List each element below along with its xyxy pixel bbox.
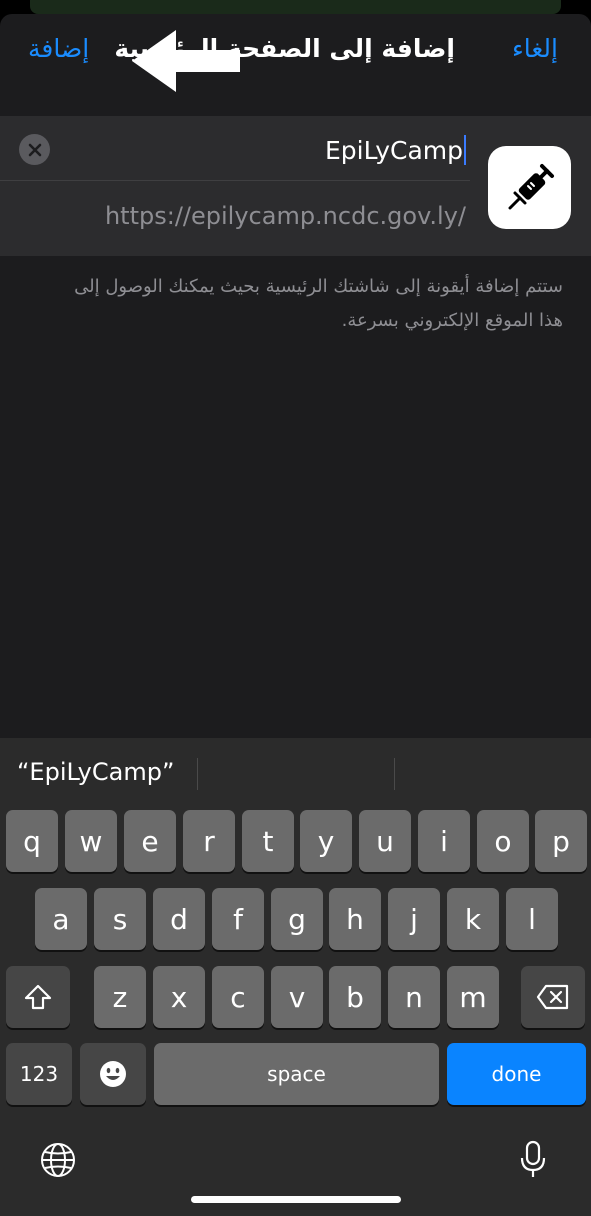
key-l[interactable]: l (506, 888, 558, 950)
add-to-home-sheet: إضافة إضافة إلى الصفحة الرئيسية إلغاء Ep… (0, 14, 591, 738)
suggestion-item[interactable]: “EpiLyCamp” (17, 758, 174, 786)
key-i[interactable]: i (418, 810, 470, 872)
name-input-value: EpiLyCamp (324, 135, 463, 165)
key-v[interactable]: v (271, 966, 323, 1028)
arrow-left-icon (132, 30, 240, 92)
key-y[interactable]: y (300, 810, 352, 872)
key-k[interactable]: k (447, 888, 499, 950)
done-key[interactable]: done (447, 1043, 586, 1105)
keyboard: “EpiLyCamp” q w e r t y u i o p a s d f … (0, 738, 591, 1216)
globe-icon-glyph (41, 1143, 75, 1177)
text-caret (464, 135, 466, 165)
bookmark-card: EpiLyCamp https://epilycamp.ncdc.gov.ly/ (0, 116, 591, 256)
key-w[interactable]: w (65, 810, 117, 872)
key-u[interactable]: u (359, 810, 411, 872)
numbers-key[interactable]: 123 (6, 1043, 72, 1105)
nav-bar: إضافة إضافة إلى الصفحة الرئيسية إلغاء (0, 14, 591, 114)
microphone-icon[interactable] (513, 1140, 553, 1180)
backspace-icon (536, 984, 569, 1010)
emoji-icon (100, 1061, 126, 1087)
key-x[interactable]: x (153, 966, 205, 1028)
key-o[interactable]: o (477, 810, 529, 872)
key-c[interactable]: c (212, 966, 264, 1028)
close-icon (28, 143, 41, 156)
suggestion-divider (197, 758, 198, 790)
key-m[interactable]: m (447, 966, 499, 1028)
key-n[interactable]: n (388, 966, 440, 1028)
key-b[interactable]: b (329, 966, 381, 1028)
key-d[interactable]: d (153, 888, 205, 950)
key-s[interactable]: s (94, 888, 146, 950)
key-h[interactable]: h (329, 888, 381, 950)
syringe-icon (508, 163, 554, 209)
microphone-icon-glyph (520, 1140, 546, 1177)
home-indicator (191, 1196, 401, 1203)
suggestion-divider (394, 758, 395, 790)
url-label: https://epilycamp.ncdc.gov.ly/ (104, 202, 466, 230)
shift-key[interactable] (6, 966, 70, 1028)
key-f[interactable]: f (212, 888, 264, 950)
shift-icon (24, 984, 52, 1010)
description-text: ستتم إضافة أيقونة إلى شاشتك الرئيسية بحي… (74, 276, 563, 331)
key-j[interactable]: j (388, 888, 440, 950)
emoji-key[interactable] (80, 1043, 146, 1105)
cancel-button[interactable]: إلغاء (512, 34, 558, 63)
app-icon-preview (488, 146, 571, 229)
key-r[interactable]: r (183, 810, 235, 872)
background-app-peek (30, 0, 561, 14)
add-button[interactable]: إضافة (28, 34, 89, 63)
suggestion-bar: “EpiLyCamp” (0, 738, 591, 810)
key-a[interactable]: a (35, 888, 87, 950)
delete-key[interactable] (521, 966, 585, 1028)
globe-icon[interactable] (38, 1140, 78, 1180)
key-q[interactable]: q (6, 810, 58, 872)
background-app-strip (0, 0, 591, 14)
name-input[interactable]: EpiLyCamp (325, 130, 466, 170)
field-divider (0, 180, 470, 181)
key-p[interactable]: p (535, 810, 587, 872)
key-g[interactable]: g (271, 888, 323, 950)
key-z[interactable]: z (94, 966, 146, 1028)
space-key[interactable]: space (154, 1043, 439, 1105)
clear-text-button[interactable] (19, 134, 50, 165)
key-t[interactable]: t (242, 810, 294, 872)
key-e[interactable]: e (124, 810, 176, 872)
